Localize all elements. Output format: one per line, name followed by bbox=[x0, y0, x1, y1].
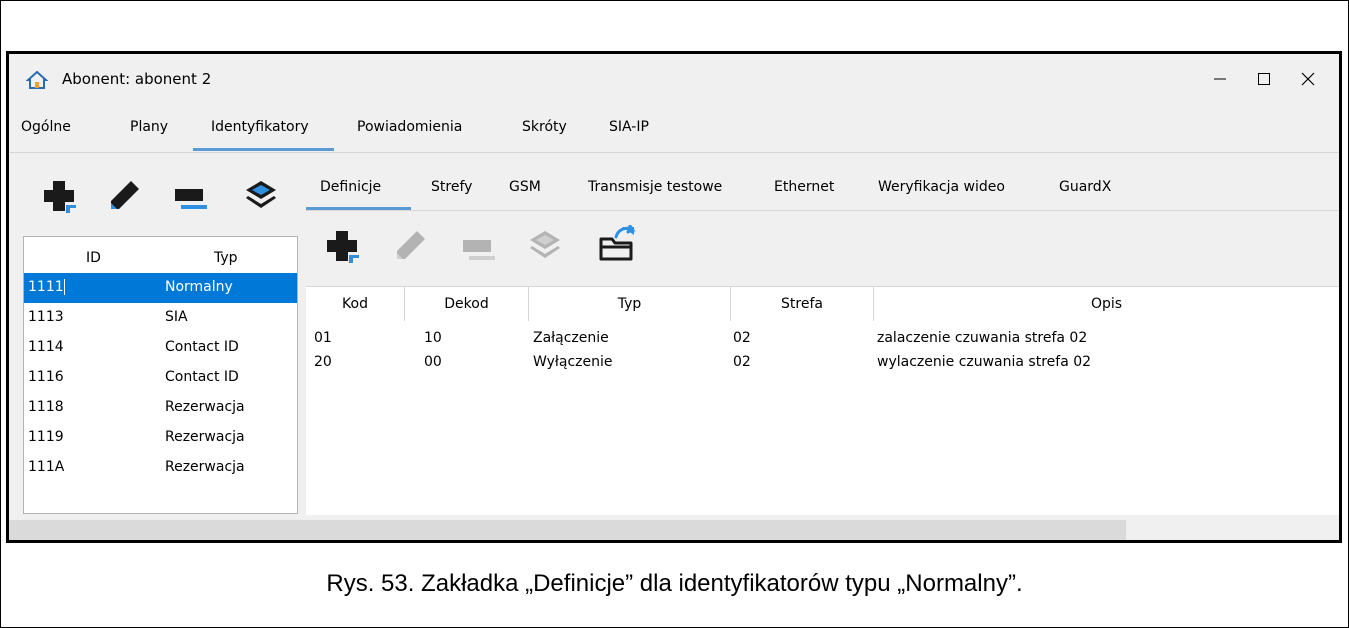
tab-ogolne[interactable]: Ogólne bbox=[21, 119, 71, 135]
open-folder-icon[interactable] bbox=[598, 225, 638, 263]
edit-icon[interactable] bbox=[393, 229, 427, 263]
close-icon bbox=[1301, 72, 1315, 86]
table-row[interactable]: 1118 Rezerwacja bbox=[24, 393, 297, 423]
id-cell: 1116 bbox=[28, 369, 64, 385]
subtab-weryfikacja-wideo[interactable]: Weryfikacja wideo bbox=[878, 179, 1005, 195]
layers-icon[interactable] bbox=[528, 229, 562, 263]
tab-powiadomienia[interactable]: Powiadomienia bbox=[357, 119, 462, 135]
column-header-opis[interactable]: Opis bbox=[874, 287, 1339, 321]
window-title: Abonent: abonent 2 bbox=[62, 70, 212, 88]
table-row[interactable]: 1113 SIA bbox=[24, 303, 297, 333]
opis-cell: wylaczenie czuwania strefa 02 bbox=[877, 354, 1092, 370]
opis-cell: zalaczenie czuwania strefa 02 bbox=[877, 330, 1088, 346]
maximize-button[interactable] bbox=[1244, 64, 1284, 94]
table-header: ID Typ bbox=[24, 237, 297, 277]
table-row[interactable]: 1114 Contact ID bbox=[24, 333, 297, 363]
typ-cell: Wyłączenie bbox=[533, 354, 613, 370]
active-tab-indicator bbox=[193, 148, 334, 151]
table-row[interactable]: 1116 Contact ID bbox=[24, 363, 297, 393]
column-header-typ[interactable]: Typ bbox=[529, 287, 731, 321]
tab-sia-ip[interactable]: SIA-IP bbox=[609, 119, 649, 135]
typ-cell: Contact ID bbox=[165, 339, 239, 355]
typ-cell: Normalny bbox=[165, 279, 233, 295]
strefa-cell: 02 bbox=[733, 354, 751, 370]
subtab-definicje[interactable]: Definicje bbox=[320, 179, 381, 195]
typ-cell: SIA bbox=[165, 309, 188, 325]
subtab-strefy[interactable]: Strefy bbox=[431, 179, 472, 195]
id-cell: 1114 bbox=[28, 339, 64, 355]
typ-cell: Załączenie bbox=[533, 330, 609, 346]
remove-icon[interactable] bbox=[175, 183, 209, 211]
dekod-cell: 00 bbox=[424, 354, 442, 370]
id-cell: 111A bbox=[28, 459, 65, 475]
column-header-id[interactable]: ID bbox=[86, 250, 101, 266]
subtab-transmisje-testowe[interactable]: Transmisje testowe bbox=[588, 179, 722, 195]
id-cell: 1118 bbox=[28, 399, 64, 415]
typ-cell: Rezerwacja bbox=[165, 399, 245, 415]
tab-identyfikatory[interactable]: Identyfikatory bbox=[211, 119, 309, 135]
id-cell: 1113 bbox=[28, 309, 64, 325]
horizontal-scrollbar[interactable] bbox=[9, 520, 1126, 540]
remove-icon[interactable] bbox=[463, 234, 497, 262]
title-bar: Abonent: abonent 2 bbox=[9, 54, 1339, 104]
typ-cell: Rezerwacja bbox=[165, 459, 245, 475]
identifiers-table: ID Typ 1111 Normalny 1113 SIA 1114 Conta… bbox=[23, 236, 298, 514]
layers-icon[interactable] bbox=[244, 179, 278, 213]
main-tab-bar: Ogólne Plany Identyfikatory Powiadomieni… bbox=[9, 104, 1339, 153]
add-icon[interactable] bbox=[327, 229, 361, 263]
typ-cell: Contact ID bbox=[165, 369, 239, 385]
tab-plany[interactable]: Plany bbox=[130, 119, 168, 135]
kod-cell: 20 bbox=[314, 354, 332, 370]
table-row[interactable]: 1111 Normalny bbox=[24, 273, 297, 303]
definitions-panel: Definicje Strefy GSM Transmisje testowe … bbox=[306, 153, 1339, 540]
column-header-kod[interactable]: Kod bbox=[306, 287, 405, 321]
kod-cell: 01 bbox=[314, 330, 332, 346]
subtab-ethernet[interactable]: Ethernet bbox=[774, 179, 834, 195]
table-row[interactable]: 01 10 Załączenie 02 zalaczenie czuwania … bbox=[306, 323, 1339, 351]
subtab-guardx[interactable]: GuardX bbox=[1059, 179, 1111, 195]
column-header-typ[interactable]: Typ bbox=[214, 250, 238, 266]
figure-caption: Rys. 53. Zakładka „Definicje” dla identy… bbox=[326, 570, 1023, 597]
application-window: Abonent: abonent 2 Ogólne Plany Identyfi… bbox=[6, 51, 1342, 543]
minimize-button[interactable] bbox=[1200, 64, 1240, 94]
maximize-icon bbox=[1258, 73, 1270, 85]
id-cell: 1119 bbox=[28, 429, 64, 445]
minimize-icon bbox=[1214, 78, 1226, 80]
column-header-dekod[interactable]: Dekod bbox=[405, 287, 529, 321]
table-row[interactable]: 20 00 Wyłączenie 02 wylaczenie czuwania … bbox=[306, 351, 1339, 379]
edit-icon[interactable] bbox=[107, 179, 141, 213]
column-header-strefa[interactable]: Strefa bbox=[731, 287, 874, 321]
typ-cell: Rezerwacja bbox=[165, 429, 245, 445]
identifiers-panel: ID Typ 1111 Normalny 1113 SIA 1114 Conta… bbox=[9, 153, 306, 540]
subtab-divider bbox=[306, 210, 1339, 211]
dekod-cell: 10 bbox=[424, 330, 442, 346]
id-cell: 1111 bbox=[28, 279, 65, 295]
home-icon bbox=[26, 70, 48, 89]
add-icon[interactable] bbox=[44, 179, 78, 213]
tab-skroty[interactable]: Skróty bbox=[522, 119, 567, 135]
table-row[interactable]: 1119 Rezerwacja bbox=[24, 423, 297, 453]
close-button[interactable] bbox=[1288, 64, 1328, 94]
table-row[interactable]: 111A Rezerwacja bbox=[24, 453, 297, 483]
definitions-table: Kod Dekod Typ Strefa Opis 01 10 Załączen… bbox=[306, 286, 1339, 515]
strefa-cell: 02 bbox=[733, 330, 751, 346]
subtab-gsm[interactable]: GSM bbox=[509, 179, 541, 195]
